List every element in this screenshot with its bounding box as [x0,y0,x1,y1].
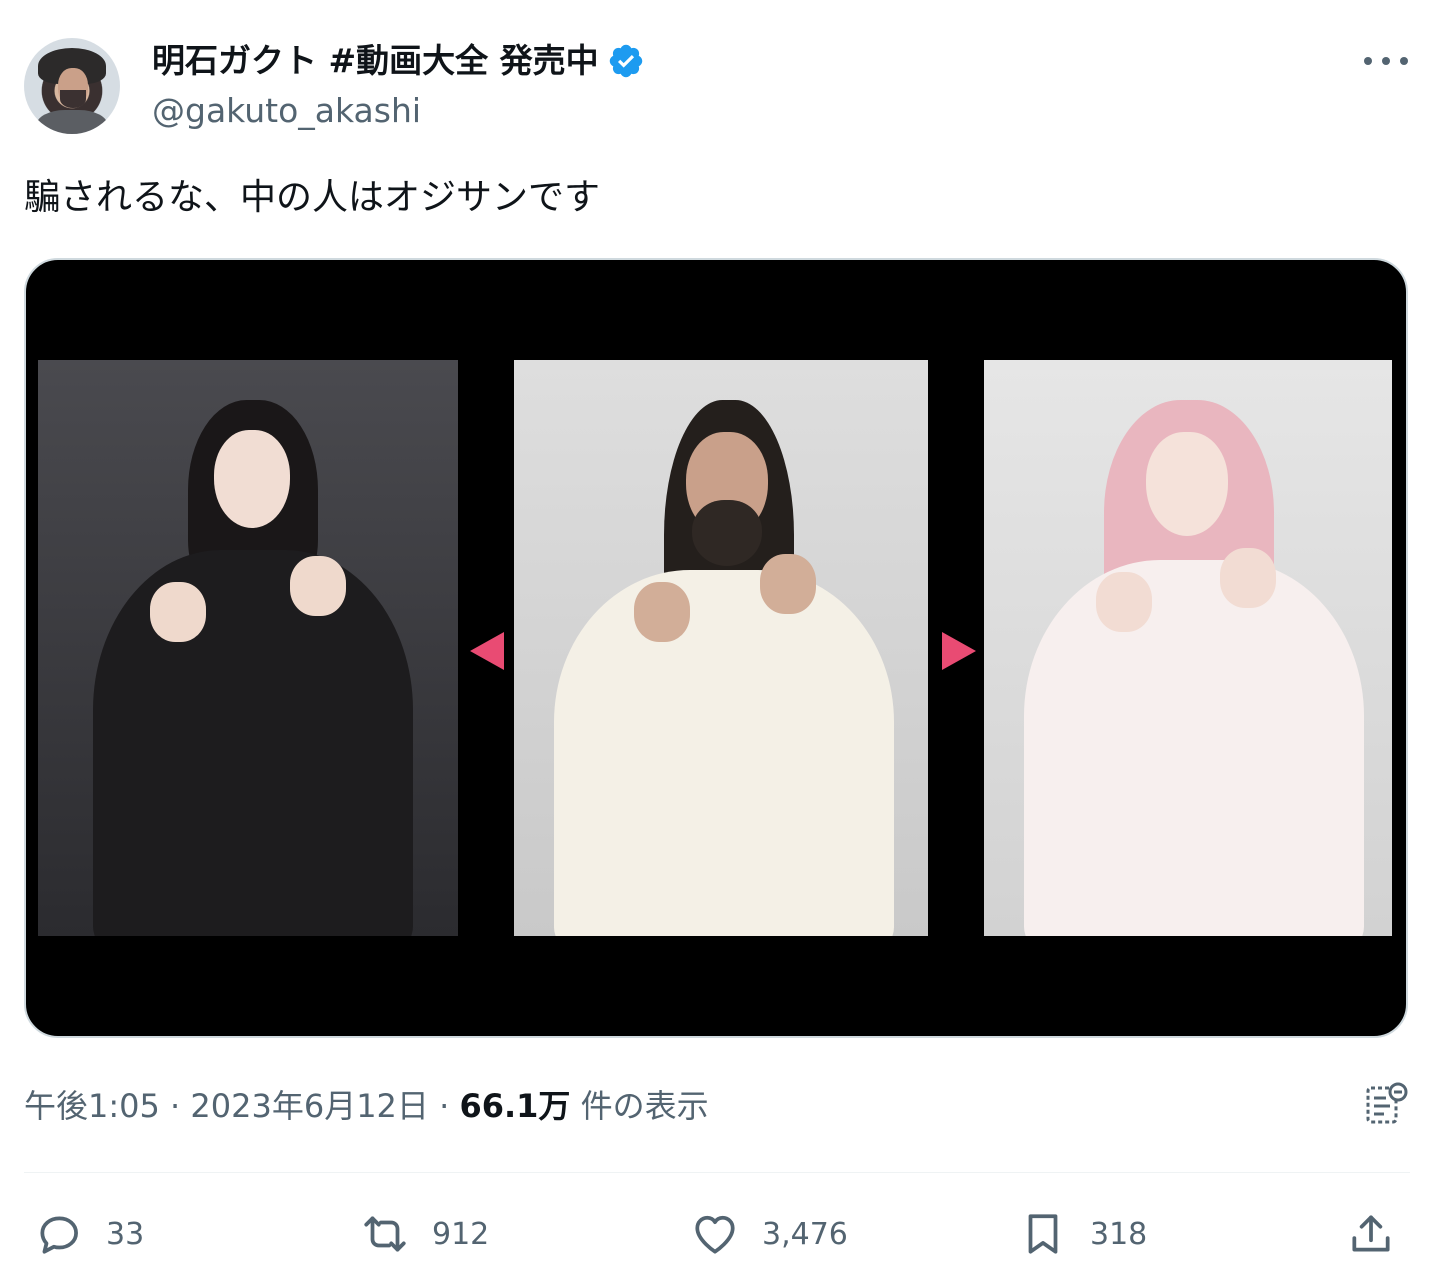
author-display-name[interactable]: 明石ガクト #動画大全 発売中 [152,40,599,82]
reply-button[interactable]: 33 [34,1206,144,1262]
meta-separator: · [428,1087,460,1125]
verified-badge-icon [609,44,642,78]
bookmark-count: 318 [1090,1216,1148,1252]
views-count: 66.1万 [459,1087,571,1125]
reply-icon [40,1216,78,1254]
like-icon [695,1215,735,1254]
tweet-date[interactable]: 2023年6月12日 [190,1087,429,1125]
views-label: 件の表示 [570,1087,709,1125]
avatar[interactable] [24,38,120,134]
right-arrow-icon [942,632,976,670]
retweet-icon [364,1216,406,1252]
media-frame-left [38,360,458,936]
more-dot [1400,57,1408,65]
avatar-beard [60,90,86,108]
avatar-shirt [36,110,108,134]
retweet-button[interactable]: 912 [360,1206,489,1262]
tweet-media-video[interactable] [24,258,1408,1038]
more-dot [1382,57,1390,65]
divider [24,1172,1410,1173]
author-handle[interactable]: @gakuto_akashi [152,90,421,132]
meta-separator: · [159,1087,191,1125]
more-dot [1364,57,1372,65]
retweet-count: 912 [432,1216,490,1252]
like-button[interactable]: 3,476 [690,1206,848,1262]
reply-count: 33 [106,1216,145,1252]
tweet-text: 騙されるな、中の人はオジサンです [24,177,601,218]
media-frame-right [984,360,1392,936]
tweet-meta: 午後1:05 · 2023年6月12日 · 66.1万 件の表示 [24,1084,709,1128]
like-count: 3,476 [762,1216,848,1252]
share-button[interactable] [1346,1206,1418,1262]
share-icon [1352,1215,1390,1252]
left-arrow-icon [470,632,504,670]
more-icon[interactable] [1364,48,1408,74]
author-display-name-row[interactable]: 明石ガクト #動画大全 発売中 [152,40,645,82]
tweet-time[interactable]: 午後1:05 [24,1087,160,1125]
bookmark-button[interactable]: 318 [1018,1206,1147,1262]
bookmark-icon [1028,1214,1058,1254]
analytics-icon[interactable] [1362,1080,1410,1128]
media-frame-center [514,360,928,936]
